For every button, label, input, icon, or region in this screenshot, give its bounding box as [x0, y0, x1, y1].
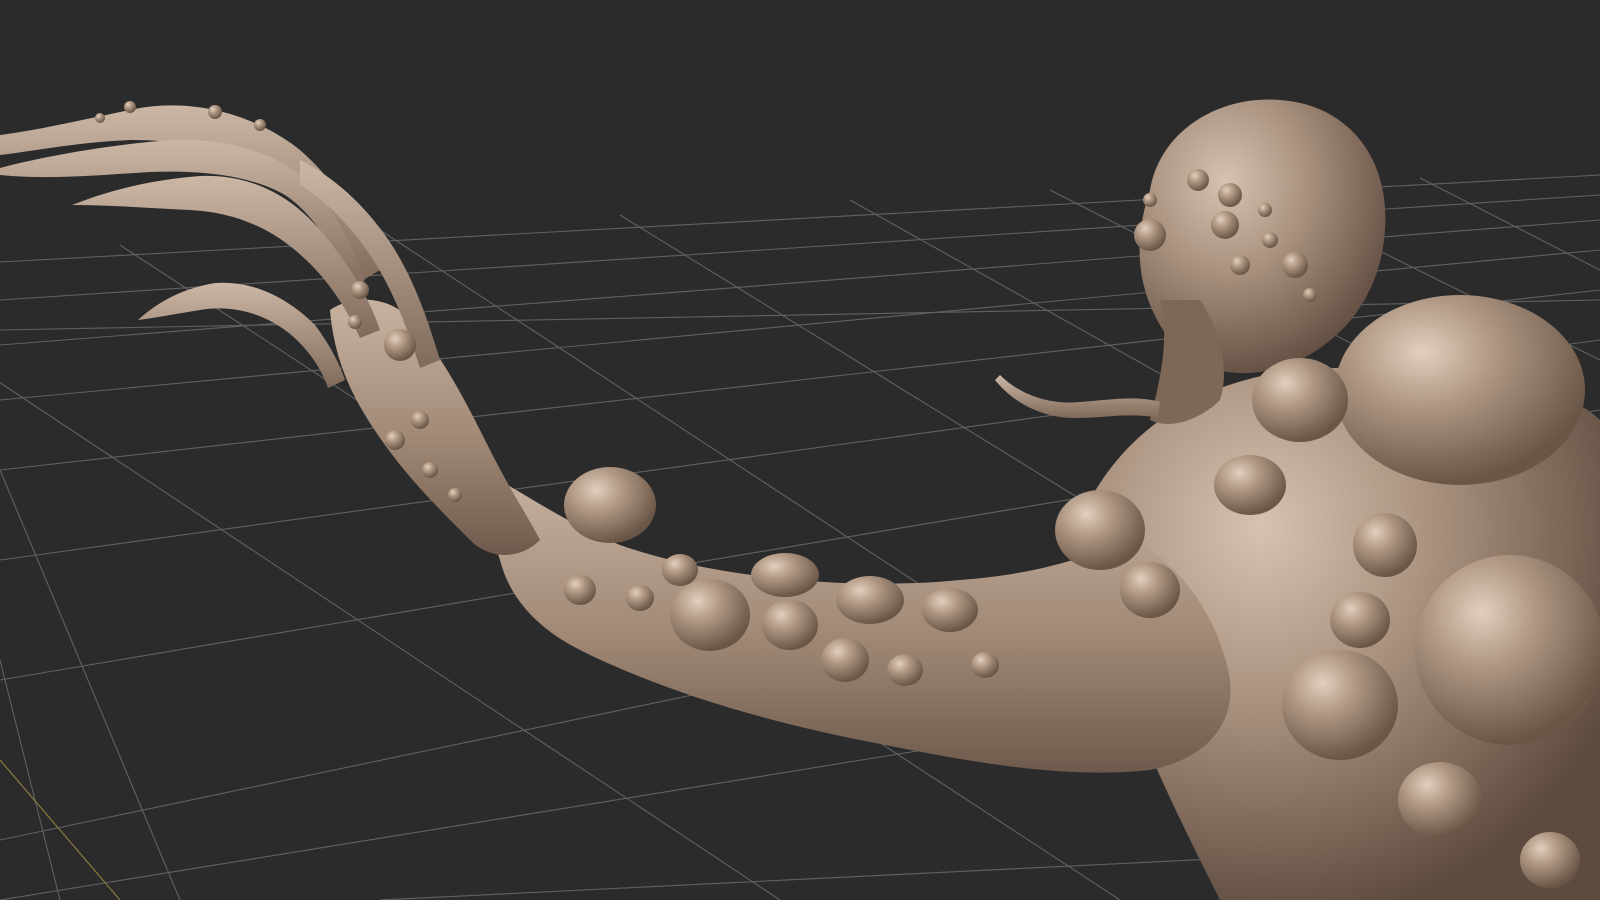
hand-bump	[208, 105, 222, 119]
arm-blob	[762, 600, 818, 650]
creature-model[interactable]	[0, 99, 1600, 900]
hand-bump	[95, 113, 105, 123]
arm-blob	[670, 579, 750, 651]
head-bump	[1258, 203, 1272, 217]
shoulder-blob	[1353, 513, 1417, 577]
arm-blob	[751, 553, 819, 597]
shoulder-blob	[1330, 592, 1390, 648]
head-bump	[1282, 252, 1308, 278]
shoulder-blob	[1282, 650, 1398, 760]
arm-blob	[821, 638, 869, 682]
shoulder-blob	[1120, 562, 1180, 618]
shoulder-blob	[1520, 832, 1580, 888]
axis-line	[0, 759, 121, 900]
shoulder-blob	[1214, 455, 1286, 515]
hand	[330, 299, 540, 555]
hand-bump	[448, 488, 462, 502]
head-bump	[1211, 211, 1239, 239]
head-bump	[1134, 219, 1166, 251]
arm-blob	[626, 585, 654, 611]
3d-viewport[interactable]	[0, 0, 1600, 900]
arm-blob	[662, 554, 698, 586]
hand-bump	[385, 430, 405, 450]
hand-bump	[348, 315, 362, 329]
hand-bump	[422, 462, 438, 478]
tongue	[995, 375, 1160, 418]
head-bump	[1143, 193, 1157, 207]
head-bump	[1218, 183, 1242, 207]
hand-bump	[254, 119, 266, 131]
arm-blob	[971, 652, 999, 678]
viewport-canvas[interactable]	[0, 0, 1600, 900]
arm-blob	[564, 467, 656, 543]
head-bump	[1262, 232, 1278, 248]
hand-bump	[384, 329, 416, 361]
head-bump	[1187, 169, 1209, 191]
shoulder-blob	[1252, 358, 1348, 442]
arm-blob	[836, 576, 904, 624]
hand-bump	[124, 101, 136, 113]
arm-blob	[887, 654, 923, 686]
hand-bump	[411, 411, 429, 429]
arm-blob	[564, 575, 596, 605]
shoulder-blob	[1055, 490, 1145, 570]
shoulder-blob	[1415, 555, 1600, 745]
hand-bump	[351, 281, 369, 299]
arm-blob	[922, 588, 978, 632]
shoulder-blob	[1398, 762, 1482, 838]
shoulder-blob	[1335, 295, 1585, 485]
head-bump	[1303, 288, 1317, 302]
head-bump	[1230, 255, 1250, 275]
